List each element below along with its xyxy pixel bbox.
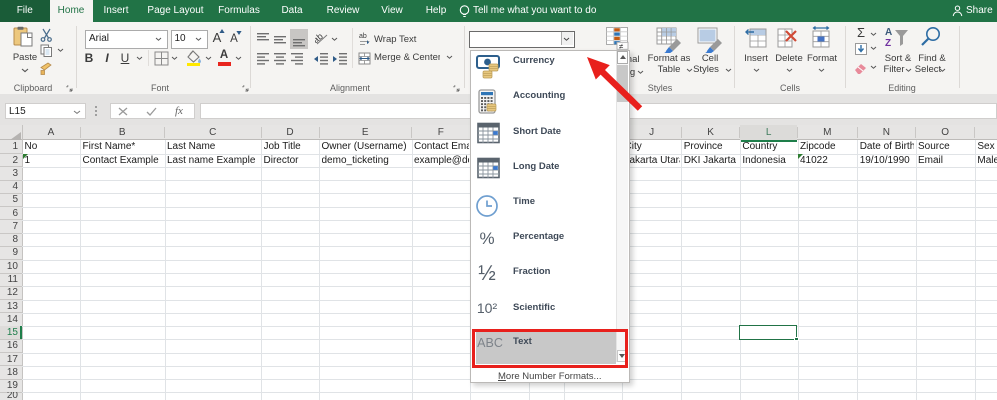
svg-text:Z: Z: [885, 38, 891, 48]
svg-text:A: A: [885, 27, 892, 38]
svg-text:ab: ab: [359, 33, 367, 40]
